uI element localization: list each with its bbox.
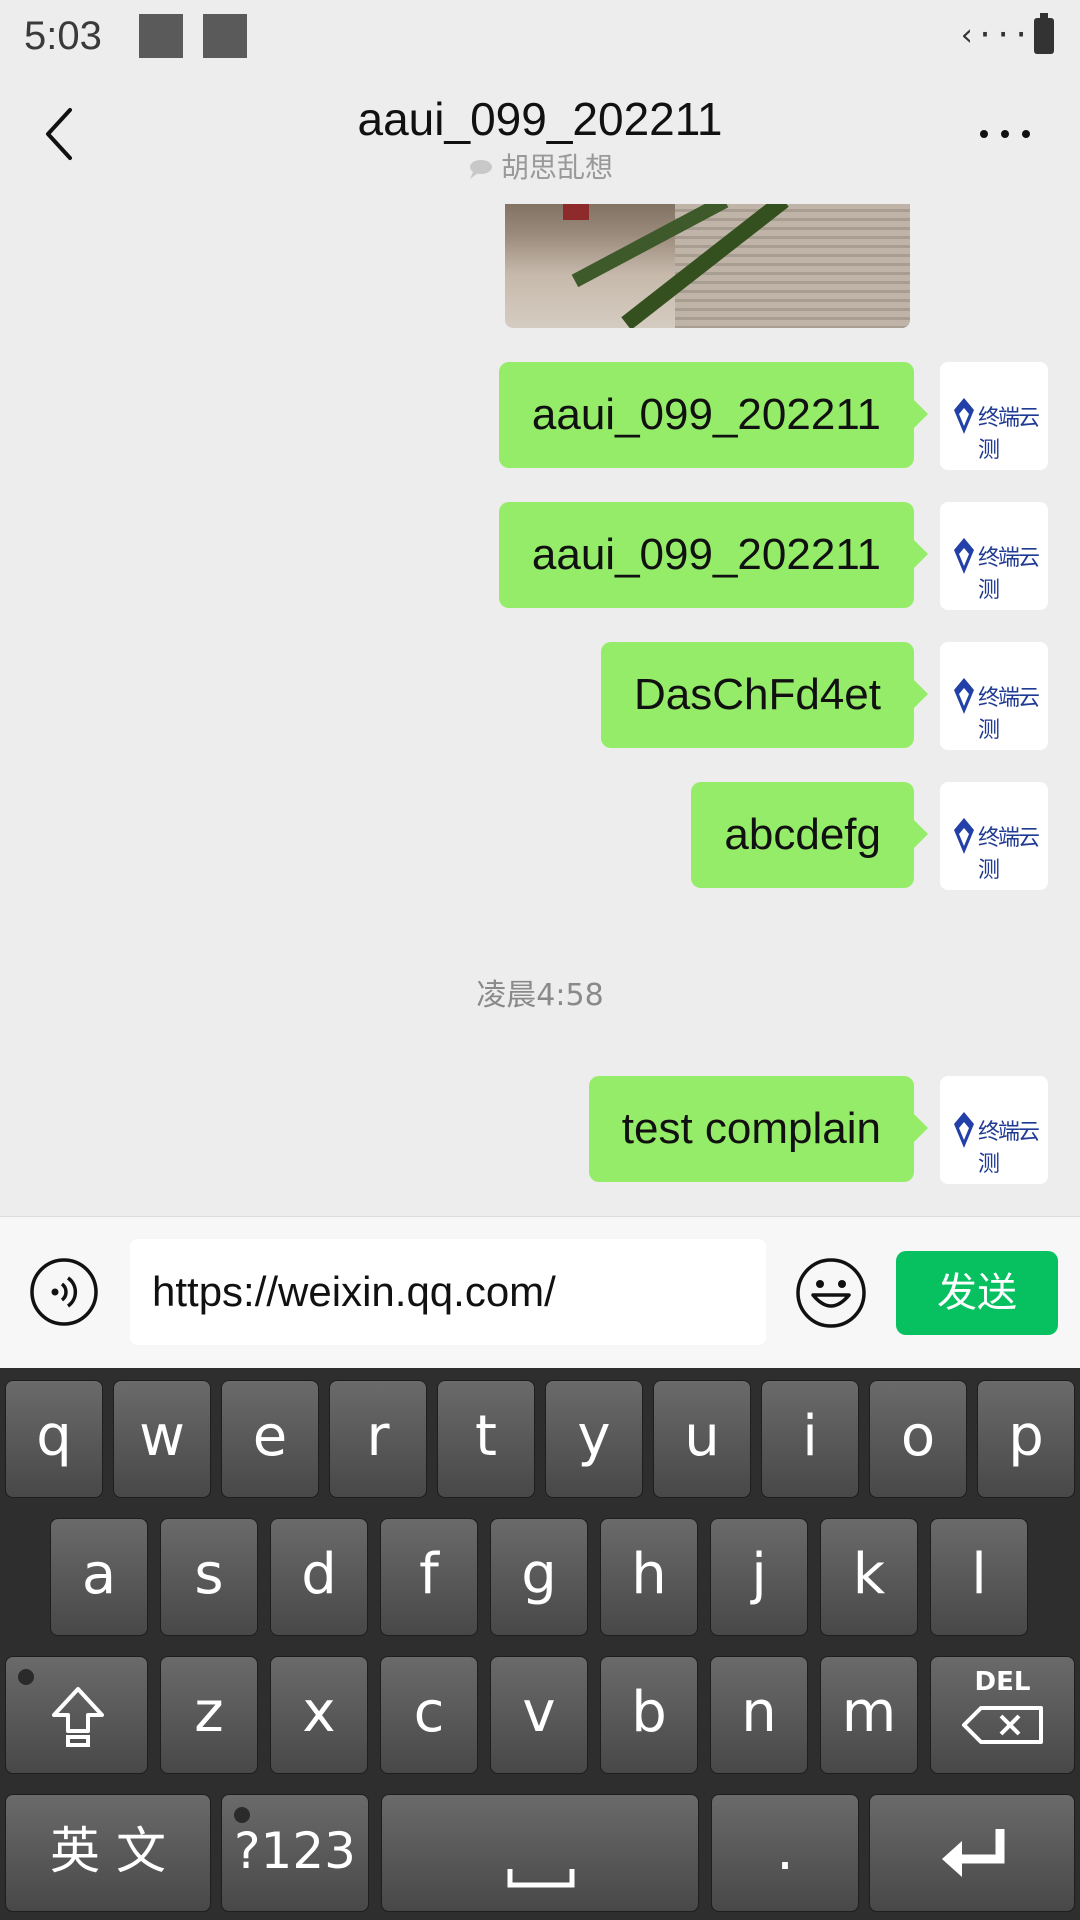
notification-icon: [203, 14, 247, 58]
chat-bubble-icon: [469, 160, 492, 179]
avatar[interactable]: 终端云测: [940, 1076, 1048, 1184]
notification-icon: [139, 14, 183, 58]
message-row: test complain 终端云测: [0, 1076, 1080, 1186]
message-bubble[interactable]: aaui_099_202211: [498, 502, 929, 608]
key-u[interactable]: u: [653, 1380, 751, 1498]
message-bubble[interactable]: abcdefg: [691, 782, 928, 888]
enter-key[interactable]: [869, 1794, 1075, 1912]
delete-label: DEL: [974, 1667, 1031, 1697]
symbols-key[interactable]: ?123: [221, 1794, 369, 1912]
chat-area[interactable]: aaui_099_202211 终端云测 aaui_099_202211 终端云…: [0, 204, 1080, 1216]
input-bar: https://weixin.qq.com/ 发送: [0, 1216, 1080, 1369]
message-row: DasChFd4et 终端云测: [0, 642, 1080, 752]
status-bar: 5:03 ‹···›: [0, 0, 1080, 76]
logo-text: 终端云测: [978, 826, 1040, 883]
logo-icon: [954, 1112, 974, 1148]
message-row: abcdefg 终端云测: [0, 782, 1080, 892]
language-key[interactable]: 英 文: [5, 1794, 211, 1912]
shift-icon: [52, 1687, 104, 1747]
key-v[interactable]: v: [490, 1656, 588, 1774]
avatar[interactable]: 终端云测: [940, 502, 1048, 610]
key-w[interactable]: w: [113, 1380, 211, 1498]
key-m[interactable]: m: [820, 1656, 918, 1774]
logo-text: 终端云测: [978, 406, 1040, 463]
key-y[interactable]: y: [545, 1380, 643, 1498]
key-n[interactable]: n: [710, 1656, 808, 1774]
key-indicator: [18, 1669, 34, 1685]
key-j[interactable]: j: [710, 1518, 808, 1636]
shift-key[interactable]: [5, 1656, 148, 1774]
key-indicator: [234, 1807, 250, 1823]
space-icon: [507, 1869, 575, 1888]
chat-header: aaui_099_202211 胡思乱想: [0, 76, 1080, 204]
delete-key[interactable]: DEL: [930, 1656, 1075, 1774]
avatar[interactable]: 终端云测: [940, 362, 1048, 470]
key-z[interactable]: z: [160, 1656, 258, 1774]
key-c[interactable]: c: [380, 1656, 478, 1774]
subtitle-text: 胡思乱想: [500, 151, 613, 184]
backspace-icon: [962, 1706, 1043, 1744]
key-q[interactable]: q: [5, 1380, 103, 1498]
key-b[interactable]: b: [600, 1656, 698, 1774]
message-bubble[interactable]: test complain: [588, 1076, 929, 1182]
key-t[interactable]: t: [437, 1380, 535, 1498]
logo-icon: [954, 538, 974, 574]
key-x[interactable]: x: [270, 1656, 368, 1774]
key-r[interactable]: r: [329, 1380, 427, 1498]
message-timestamp: 凌晨4:58: [476, 978, 604, 1013]
message-input[interactable]: https://weixin.qq.com/: [130, 1239, 766, 1345]
key-i[interactable]: i: [761, 1380, 859, 1498]
key-p[interactable]: p: [977, 1380, 1075, 1498]
more-options-icon[interactable]: [978, 124, 1032, 144]
emoji-icon[interactable]: [795, 1257, 867, 1329]
enter-icon: [942, 1829, 1005, 1877]
logo-icon: [954, 398, 974, 434]
key-a[interactable]: a: [50, 1518, 148, 1636]
logo-text: 终端云测: [978, 546, 1040, 603]
image-message[interactable]: [505, 204, 910, 328]
key-e[interactable]: e: [221, 1380, 319, 1498]
avatar[interactable]: 终端云测: [940, 642, 1048, 750]
status-time: 5:03: [24, 14, 102, 58]
key-d[interactable]: d: [270, 1518, 368, 1636]
logo-icon: [954, 818, 974, 854]
avatar[interactable]: 终端云测: [940, 782, 1048, 890]
battery-icon: [1034, 13, 1054, 54]
logo-icon: [954, 678, 974, 714]
space-key[interactable]: [381, 1794, 699, 1912]
logo-text: 终端云测: [978, 1120, 1040, 1177]
message-bubble[interactable]: DasChFd4et: [600, 642, 929, 748]
period-key[interactable]: .: [711, 1794, 859, 1912]
key-l[interactable]: l: [930, 1518, 1028, 1636]
photo-building: [563, 204, 589, 220]
message-row: aaui_099_202211 终端云测: [0, 362, 1080, 472]
key-k[interactable]: k: [820, 1518, 918, 1636]
chat-title: aaui_099_202211: [357, 93, 723, 145]
key-s[interactable]: s: [160, 1518, 258, 1636]
symbols-label: ?123: [234, 1822, 356, 1880]
key-f[interactable]: f: [380, 1518, 478, 1636]
key-g[interactable]: g: [490, 1518, 588, 1636]
send-button[interactable]: 发送: [896, 1251, 1058, 1335]
voice-input-icon[interactable]: [29, 1257, 99, 1327]
key-h[interactable]: h: [600, 1518, 698, 1636]
soft-keyboard: q w e r t y u i o p a s d f g h j k l z …: [0, 1368, 1080, 1920]
chat-subtitle: 胡思乱想: [0, 146, 1080, 186]
message-row: aaui_099_202211 终端云测: [0, 502, 1080, 612]
logo-text: 终端云测: [978, 686, 1040, 743]
key-o[interactable]: o: [869, 1380, 967, 1498]
message-bubble[interactable]: aaui_099_202211: [498, 362, 929, 468]
